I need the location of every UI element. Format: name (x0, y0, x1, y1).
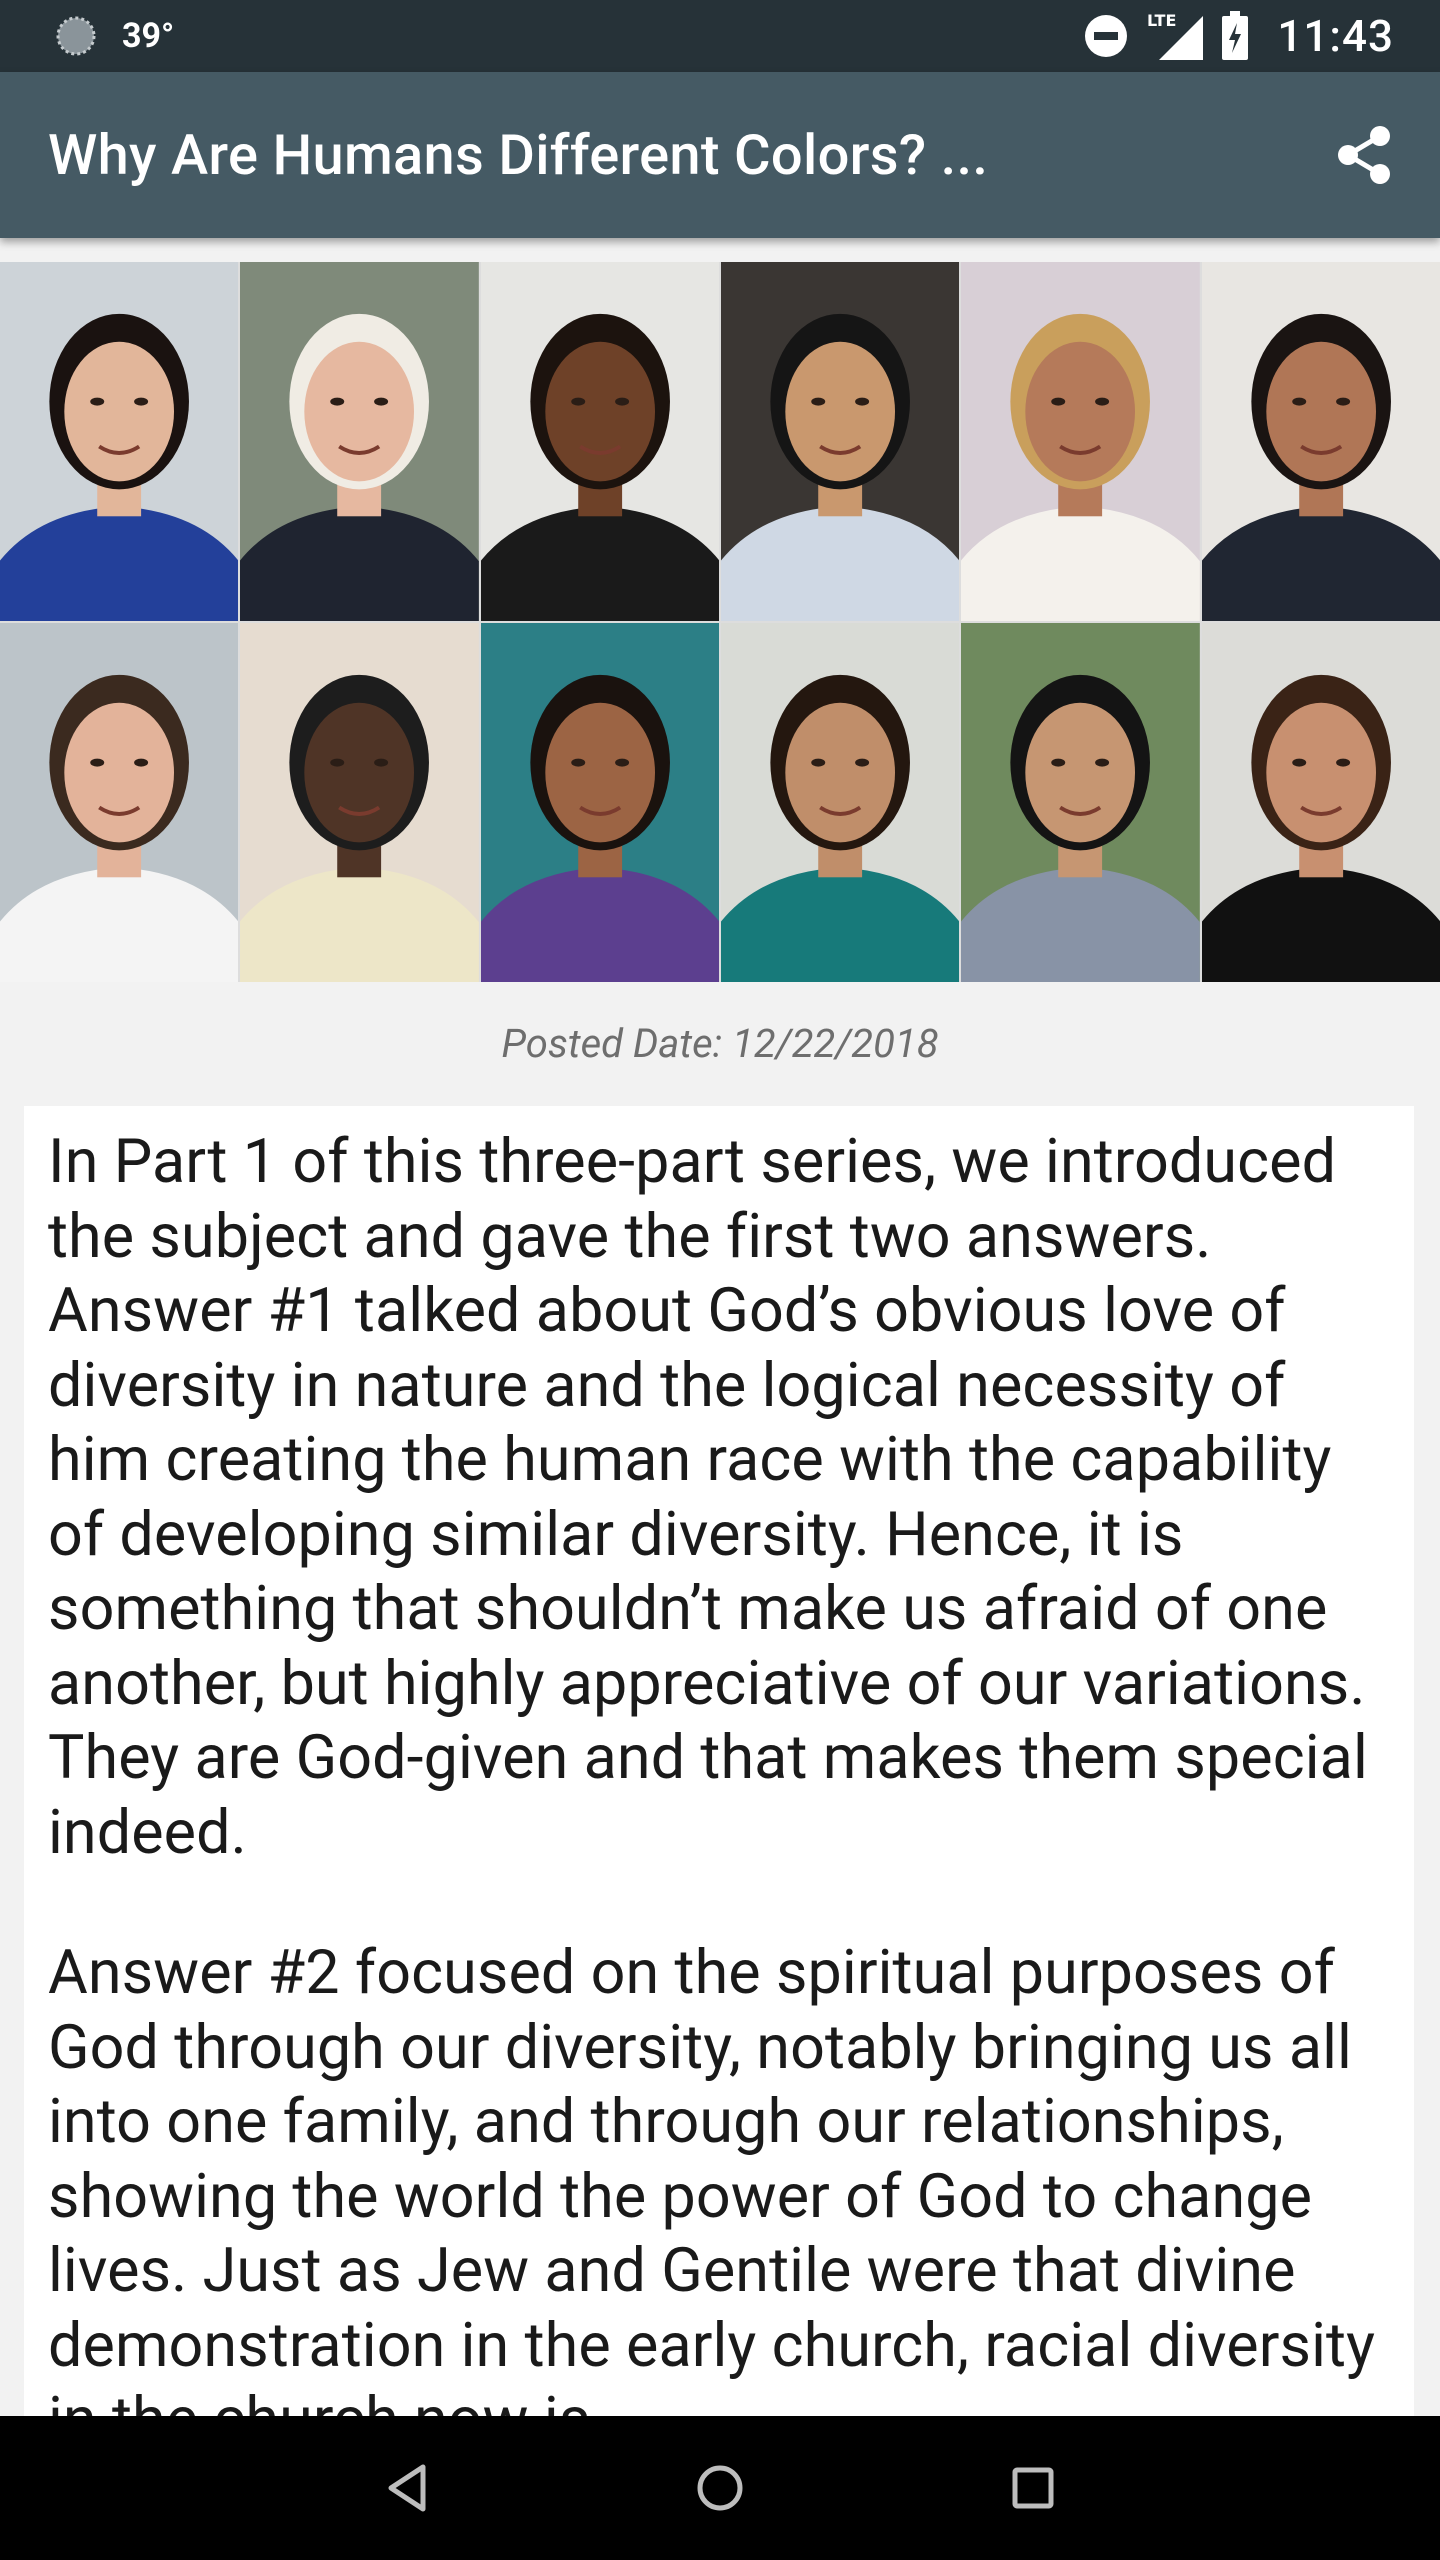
battery-charging-icon (1222, 11, 1249, 60)
home-button[interactable] (675, 2443, 765, 2533)
back-triangle-icon (388, 2464, 426, 2512)
back-button[interactable] (362, 2443, 452, 2533)
status-bar: 39° LTE 11:43 (0, 0, 1440, 72)
hero-image (0, 262, 1440, 982)
status-right: LTE 11:43 (1083, 10, 1394, 62)
article-body: In Part 1 of this three-part series, we … (24, 1106, 1414, 2416)
signal-icon: LTE (1147, 11, 1204, 60)
app-bar: Why Are Humans Different Colors? ... (0, 72, 1440, 238)
share-icon (1338, 126, 1390, 184)
article-paragraph-2: Answer #2 focused on the spiritual purpo… (48, 1936, 1376, 2416)
posted-date: Posted Date: 12/22/2018 (501, 1020, 939, 1067)
page-title: Why Are Humans Different Colors? ... (48, 122, 989, 188)
temperature-label: 39° (122, 16, 175, 56)
clock: 11:43 (1277, 10, 1394, 62)
portrait-tile (480, 623, 719, 982)
portrait-tile (1201, 623, 1440, 982)
status-left: 39° (54, 14, 174, 58)
portrait-tile (0, 623, 239, 982)
share-button[interactable] (1326, 117, 1402, 193)
portrait-tile (720, 262, 960, 621)
portrait-tile (1201, 262, 1440, 621)
portrait-tile (961, 262, 1200, 621)
portrait-tile (720, 623, 960, 982)
portrait-tile (480, 262, 719, 621)
recents-button[interactable] (988, 2443, 1078, 2533)
home-circle-icon (697, 2465, 743, 2511)
weather-icon (56, 16, 96, 56)
article-paragraph-1: In Part 1 of this three-part series, we … (48, 1125, 1368, 1868)
network-label: LTE (1147, 11, 1176, 30)
do-not-disturb-icon (1085, 15, 1128, 57)
portrait-tile (240, 262, 479, 621)
recents-square-icon (1012, 2467, 1054, 2509)
portrait-tile (961, 623, 1200, 982)
portrait-tile (240, 623, 479, 982)
navigation-bar (0, 2416, 1440, 2560)
portrait-tile (0, 262, 239, 621)
